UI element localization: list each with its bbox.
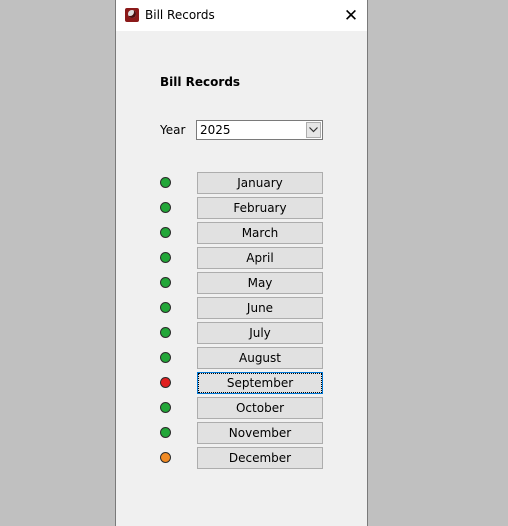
month-button-label: August <box>239 351 281 365</box>
month-button-july[interactable]: July <box>197 322 323 344</box>
year-select-value: 2025 <box>200 123 231 137</box>
month-button-label: April <box>246 251 274 265</box>
month-button-december[interactable]: December <box>197 447 323 469</box>
month-button-label: June <box>246 301 274 315</box>
month-button-label: January <box>237 176 283 190</box>
month-button-august[interactable]: August <box>197 347 323 369</box>
month-button-may[interactable]: May <box>197 272 323 294</box>
month-button-january[interactable]: January <box>197 172 323 194</box>
month-button-october[interactable]: October <box>197 397 323 419</box>
month-row: July <box>116 322 367 344</box>
status-indicator-icon <box>160 227 171 238</box>
month-button-label: November <box>228 426 292 440</box>
month-button-september[interactable]: September <box>197 372 323 394</box>
month-button-label: September <box>197 373 323 393</box>
status-indicator-icon <box>160 402 171 413</box>
status-indicator-icon <box>160 202 171 213</box>
year-select[interactable]: 2025 <box>196 120 323 140</box>
status-indicator-icon <box>160 302 171 313</box>
app-icon <box>125 8 139 22</box>
bill-records-window: Bill Records ✕ Bill Records Year 2025 Ja… <box>115 0 368 526</box>
month-button-label: October <box>235 401 285 415</box>
month-row: January <box>116 172 367 194</box>
month-row: November <box>116 422 367 444</box>
status-indicator-icon <box>160 252 171 263</box>
month-button-june[interactable]: June <box>197 297 323 319</box>
window-title: Bill Records <box>145 8 215 22</box>
month-button-label: December <box>228 451 292 465</box>
status-indicator-icon <box>160 277 171 288</box>
month-button-label: May <box>247 276 273 290</box>
status-indicator-icon <box>160 377 171 388</box>
year-label: Year <box>160 123 186 137</box>
status-indicator-icon <box>160 452 171 463</box>
status-indicator-icon <box>160 327 171 338</box>
month-button-march[interactable]: March <box>197 222 323 244</box>
month-row: April <box>116 247 367 269</box>
page-title: Bill Records <box>160 75 241 89</box>
month-button-label: February <box>233 201 287 215</box>
month-row: October <box>116 397 367 419</box>
month-button-label: July <box>249 326 271 340</box>
month-row: December <box>116 447 367 469</box>
title-bar[interactable]: Bill Records ✕ <box>116 0 367 31</box>
status-indicator-icon <box>160 427 171 438</box>
month-button-label: March <box>241 226 279 240</box>
month-row: March <box>116 222 367 244</box>
month-button-november[interactable]: November <box>197 422 323 444</box>
status-indicator-icon <box>160 352 171 363</box>
month-row: June <box>116 297 367 319</box>
month-button-april[interactable]: April <box>197 247 323 269</box>
month-row: August <box>116 347 367 369</box>
month-row: February <box>116 197 367 219</box>
close-icon: ✕ <box>343 5 359 26</box>
status-indicator-icon <box>160 177 171 188</box>
chevron-down-icon[interactable] <box>306 122 321 138</box>
month-row: May <box>116 272 367 294</box>
month-button-february[interactable]: February <box>197 197 323 219</box>
close-button[interactable]: ✕ <box>335 0 367 31</box>
month-row: September <box>116 372 367 394</box>
